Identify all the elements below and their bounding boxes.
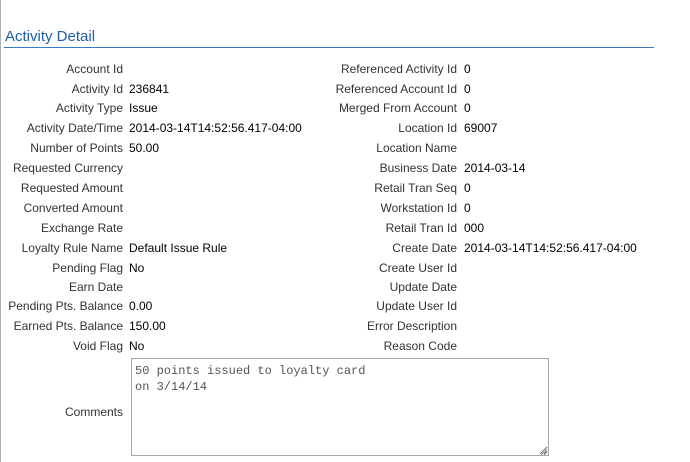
field-value: 0 <box>464 82 471 96</box>
field-value: 0 <box>464 101 471 115</box>
field-location-name: Location Name <box>0 140 690 156</box>
field-update-user-id: Update User Id <box>0 298 690 314</box>
title-divider <box>4 47 654 48</box>
field-value: 000 <box>464 221 485 235</box>
field-referenced-account-id: Referenced Account Id 0 <box>0 81 690 97</box>
field-business-date: Business Date 2014-03-14 <box>0 160 690 176</box>
field-label: Referenced Activity Id <box>340 62 457 76</box>
field-create-user-id: Create User Id <box>0 260 690 276</box>
field-value: 69007 <box>464 121 498 135</box>
field-retail-tran-seq: Retail Tran Seq 0 <box>0 180 690 196</box>
field-error-description: Error Description <box>0 318 690 334</box>
field-label: Referenced Account Id <box>335 82 457 96</box>
field-value: 2014-03-14T14:52:56.417-04:00 <box>464 241 637 255</box>
field-label: Create Date <box>392 241 457 255</box>
field-label: Reason Code <box>383 339 457 353</box>
comments-label: Comments <box>64 405 123 419</box>
field-label: Location Name <box>376 141 457 155</box>
field-label: Retail Tran Seq <box>374 181 457 195</box>
field-label: Merged From Account <box>338 101 457 115</box>
field-workstation-id: Workstation Id 0 <box>0 200 690 216</box>
field-retail-tran-id: Retail Tran Id 000 <box>0 220 690 236</box>
field-value: 0 <box>464 62 471 76</box>
field-label: Business Date <box>379 161 457 175</box>
field-label: Workstation Id <box>380 201 457 215</box>
field-label: Update User Id <box>376 299 457 313</box>
field-create-date: Create Date 2014-03-14T14:52:56.417-04:0… <box>0 240 690 256</box>
field-value: 0 <box>464 201 471 215</box>
field-location-id: Location Id 69007 <box>0 120 690 136</box>
field-label: Create User Id <box>378 261 457 275</box>
field-referenced-activity-id: Referenced Activity Id 0 <box>0 61 690 77</box>
field-value: 0 <box>464 181 471 195</box>
field-label: Location Id <box>398 121 457 135</box>
field-reason-code: Reason Code <box>0 338 690 354</box>
resize-grip-icon[interactable] <box>540 448 548 456</box>
comments-textarea[interactable]: 50 points issued to loyalty card on 3/14… <box>131 358 549 456</box>
field-merged-from-account: Merged From Account 0 <box>0 100 690 116</box>
field-label: Update Date <box>389 280 457 294</box>
page-title: Activity Detail <box>5 28 96 45</box>
field-label: Retail Tran Id <box>385 221 457 235</box>
field-update-date: Update Date <box>0 279 690 295</box>
field-value: 2014-03-14 <box>464 161 526 175</box>
field-label: Error Description <box>366 319 457 333</box>
